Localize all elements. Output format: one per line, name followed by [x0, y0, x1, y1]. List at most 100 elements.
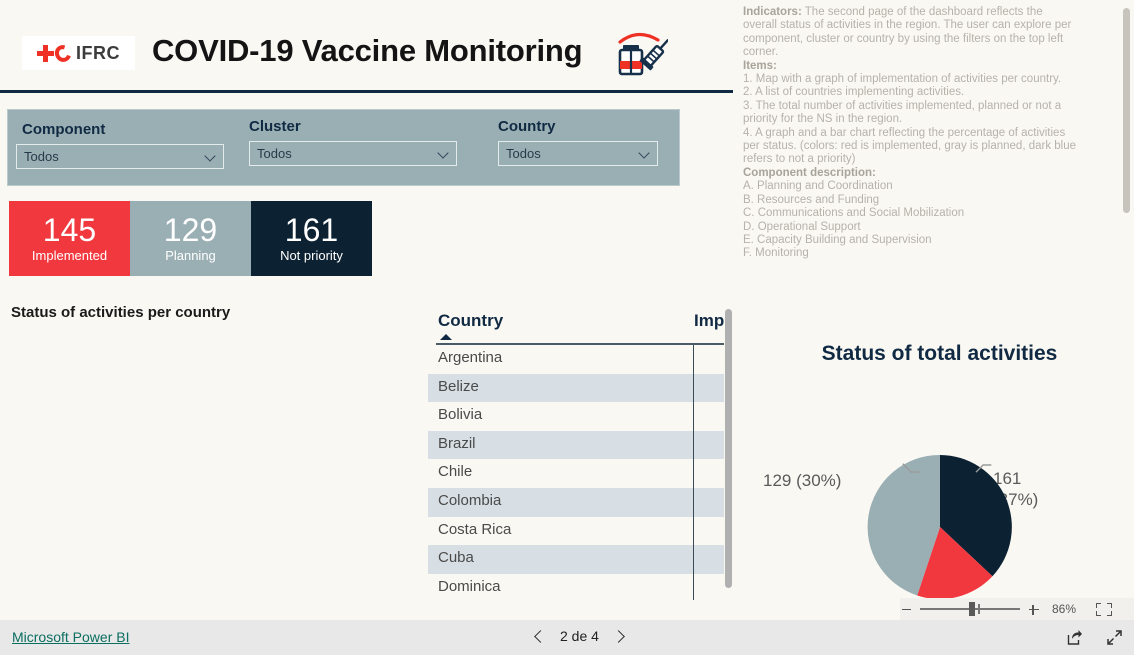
table-row[interactable]: Argentina [428, 345, 724, 374]
info-text-line: per status. (colors: red is implemented,… [743, 140, 1077, 153]
cell-country: Costa Rica [438, 520, 512, 538]
table-row[interactable]: Belize [428, 373, 724, 403]
table-row[interactable]: Bolivia [428, 402, 724, 431]
table-scrollbar[interactable] [725, 309, 732, 588]
info-text-line: refers to not a priority) [743, 153, 856, 166]
header-divider [0, 90, 733, 93]
zoom-level-value: 86% [1052, 602, 1077, 616]
kpi-value-not-priority: 161 [284, 211, 339, 248]
cell-country: Dominica [438, 577, 501, 595]
column-header-country[interactable]: Country [438, 311, 503, 331]
report-canvas: IFRC COVID-19 Vaccine Monitoring Compone… [0, 0, 1134, 620]
cell-country: Belize [438, 377, 479, 395]
fit-to-page-icon[interactable] [1096, 602, 1112, 616]
info-text-line: F. Monitoring [743, 247, 809, 260]
cell-country: Bolivia [438, 406, 483, 424]
table-column-divider [693, 345, 694, 600]
table-row[interactable]: Costa Rica [428, 517, 724, 546]
kpi-label-implemented: Implemented [31, 248, 108, 264]
table-row[interactable]: Dominica [428, 574, 724, 600]
info-text-line: Component description: [743, 166, 876, 179]
report-header: IFRC COVID-19 Vaccine Monitoring [0, 0, 733, 93]
info-text-line: 3. The total number of activities implem… [743, 99, 1062, 112]
info-text-line: overall status of activities in the regi… [743, 19, 1072, 32]
filter-country-value: Todos [506, 146, 541, 161]
cell-country: Colombia [438, 491, 502, 509]
ifrc-logo-text: IFRC [76, 42, 120, 63]
chevron-down-icon [205, 151, 216, 162]
filter-cluster-dropdown[interactable]: Todos [249, 141, 457, 166]
filter-country: Country Todos [498, 118, 658, 166]
country-table: Country Imp Argentina Belize Bolivia Brazil… [428, 298, 734, 600]
filter-component-label: Component [22, 121, 106, 138]
filter-panel: Component Todos Cluster Todos Country To… [7, 109, 680, 186]
table-row[interactable]: Chile [428, 459, 724, 488]
table-row[interactable]: Brazil [428, 430, 724, 460]
info-text-line: D. Operational Support [743, 220, 861, 233]
cell-country: Argentina [438, 349, 503, 366]
zoom-bar: 86% [900, 598, 1134, 620]
filter-country-dropdown[interactable]: Todos [498, 141, 658, 166]
info-text-line: 1. Map with a graph of implementation of… [743, 73, 1062, 86]
bottom-bar: Microsoft Power BI 2 de 4 [0, 620, 1134, 655]
chevron-down-icon [438, 148, 449, 159]
filter-cluster-value: Todos [257, 146, 292, 161]
info-text-panel: Indicators: The second page of the dashb… [737, 0, 1134, 290]
info-text-lines: Indicators: The second page of the dashb… [743, 6, 1116, 261]
kpi-row: 145 Implemented 129 Planning 161 Not pri… [9, 201, 372, 276]
pie-chart[interactable] [813, 452, 1067, 600]
kpi-value-implemented: 145 [42, 211, 97, 248]
info-text-line: Items: [743, 59, 777, 72]
info-text-line: corner. [743, 46, 779, 59]
info-text-line: 2. A list of countries implementing acti… [743, 86, 965, 99]
info-text-line: 4. A graph and a bar chart reflecting th… [743, 126, 1066, 139]
kpi-card-planning[interactable]: 129 Planning [130, 201, 251, 276]
filter-component: Component Todos [16, 121, 224, 169]
cell-country: Brazil [438, 434, 476, 452]
zoom-in-button[interactable] [1027, 603, 1040, 616]
table-row[interactable]: Cuba [428, 545, 724, 574]
pie-chart-panel: Status of total activities 129 (30%) 161… [745, 330, 1134, 600]
page-navigation: 2 de 4 [533, 628, 626, 644]
info-text-line: component, cluster or country by using t… [743, 32, 1064, 45]
share-icon[interactable] [1066, 629, 1083, 651]
kpi-card-not-priority[interactable]: 161 Not priority [251, 201, 372, 276]
page-indicator: 2 de 4 [560, 628, 599, 644]
filter-country-label: Country [498, 118, 556, 135]
zoom-slider-track[interactable] [920, 602, 1020, 617]
cell-country: Cuba [438, 549, 474, 567]
filter-cluster: Cluster Todos [249, 118, 457, 166]
table-body: Argentina Belize Bolivia Brazil Chile Colombi… [428, 345, 724, 600]
kpi-value-planning: 129 [163, 211, 218, 248]
zoom-out-button[interactable] [900, 603, 913, 616]
chevron-down-icon [639, 148, 650, 159]
info-text-line: Indicators: The second page of the dashb… [743, 6, 1043, 18]
fullscreen-icon[interactable] [1106, 629, 1123, 651]
pie-chart-title: Status of total activities [821, 342, 1058, 365]
table-row[interactable]: Colombia [428, 487, 724, 517]
zoom-slider-tick [978, 604, 980, 615]
chevron-right-icon[interactable] [613, 630, 626, 643]
microsoft-power-bi-link[interactable]: Microsoft Power BI [12, 629, 129, 645]
info-text-line: priority for the NS in the region. [743, 113, 903, 126]
table-header: Country Imp [428, 298, 724, 345]
ifrc-logo: IFRC [22, 36, 135, 70]
info-text-line: B. Resources and Funding [743, 193, 880, 206]
info-text-line: A. Planning and Coordination [743, 180, 893, 193]
column-header-implemented[interactable]: Imp [694, 311, 724, 331]
kpi-label-not-priority: Not priority [280, 248, 343, 264]
info-text-line: C. Communications and Social Mobilizatio… [743, 207, 965, 220]
vaccine-vial-syringe-icon [612, 28, 670, 83]
filter-component-dropdown[interactable]: Todos [16, 144, 224, 169]
chevron-left-icon[interactable] [533, 630, 546, 643]
info-panel-scrollbar[interactable] [1123, 8, 1130, 213]
kpi-label-planning: Planning [165, 248, 216, 264]
zoom-slider-thumb[interactable] [969, 602, 975, 617]
kpi-card-implemented[interactable]: 145 Implemented [9, 201, 130, 276]
page-title: COVID-19 Vaccine Monitoring [152, 33, 583, 68]
cell-country: Chile [438, 463, 473, 481]
activities-section-heading: Status of activities per country [11, 304, 231, 321]
filter-cluster-label: Cluster [249, 118, 301, 135]
filter-component-value: Todos [24, 149, 59, 164]
red-crescent-icon [51, 41, 75, 65]
